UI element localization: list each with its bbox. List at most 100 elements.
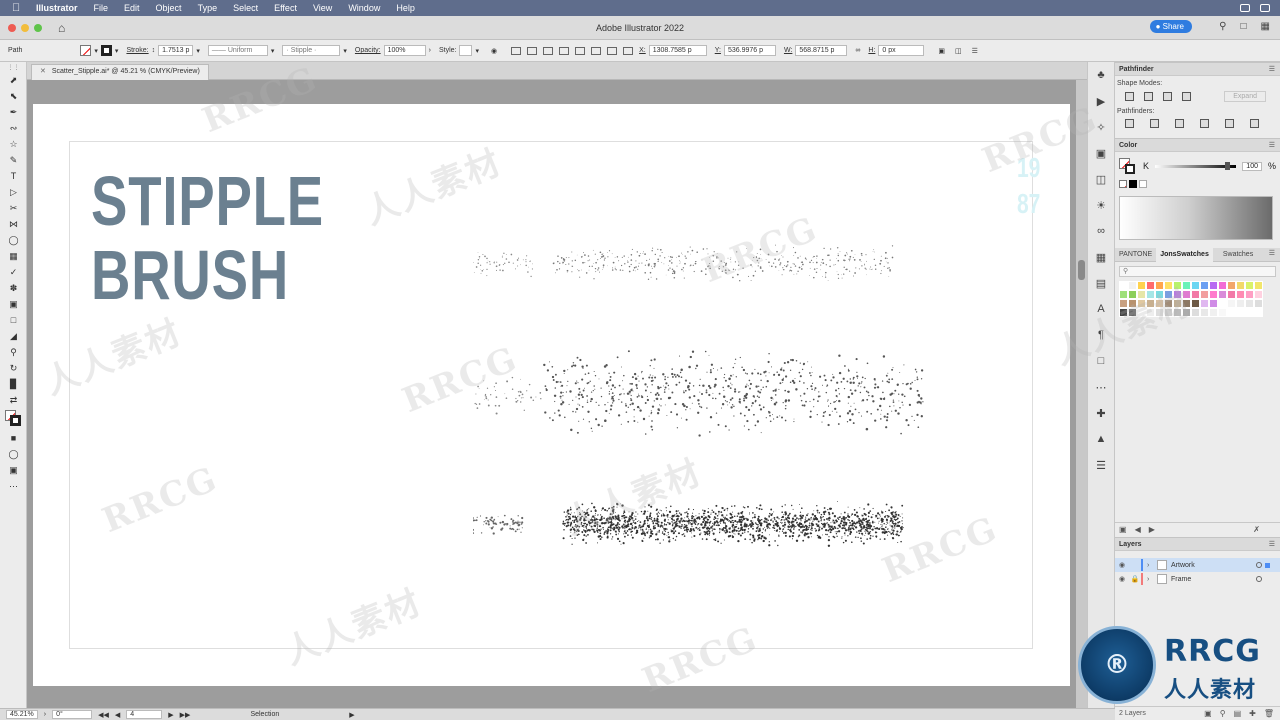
black-swatch[interactable] [1129,180,1137,188]
color-swatch[interactable] [1146,281,1155,290]
tab-swatches[interactable]: Swatches [1219,251,1257,258]
width-tool-icon[interactable]: ⋈ [0,216,27,232]
stroke-color-swatch[interactable] [100,45,112,56]
stroke-weight-field[interactable]: 1.7513 p [158,45,194,56]
tab-jonsswatches[interactable]: JonsSwatches [1156,247,1213,262]
brush-dropdown-icon[interactable]: ▾ [343,47,347,55]
edit-toolbar-icon[interactable]: ⋯ [0,478,27,494]
workspace-icon[interactable]: □ [1241,21,1247,32]
color-swatch[interactable] [1200,308,1209,317]
type-tool-icon[interactable]: T [0,168,27,184]
color-mode-icon[interactable]: ■ [0,430,27,446]
align-bottom-icon[interactable] [607,46,618,55]
previous-artboard-icon[interactable]: ◀ [115,711,120,719]
minimize-window-button[interactable] [21,23,29,32]
constrain-proportions-icon[interactable]: ∞ [855,47,860,54]
color-swatch[interactable] [1218,290,1227,299]
menu-view[interactable]: View [313,3,332,13]
menu-effect[interactable]: Effect [274,3,297,13]
apple-menu-icon[interactable]:  [12,2,26,14]
close-tab-icon[interactable]: ✕ [40,68,46,75]
color-swatch[interactable] [1200,281,1209,290]
color-swatch[interactable] [1191,290,1200,299]
pathfinder-panel-header[interactable]: Pathfinder ☰ [1115,62,1280,76]
layer-target-icon[interactable] [1256,562,1262,568]
color-swatch[interactable] [1155,281,1164,290]
transform-panel-icon[interactable]: ▦ [1088,244,1114,270]
color-swatch[interactable] [1137,281,1146,290]
paintbrush-tool-icon[interactable]: ✎ [0,152,27,168]
align-left-icon[interactable] [527,46,538,55]
color-swatch[interactable] [1146,299,1155,308]
color-swatch[interactable] [1119,299,1128,308]
appearance-icon[interactable]: ☀ [1088,192,1114,218]
character-icon[interactable]: A [1088,296,1114,322]
layers-panel-header[interactable]: Layers ☰ [1115,537,1280,551]
layer-name[interactable]: Frame [1171,576,1191,583]
color-swatch[interactable] [1254,299,1263,308]
color-spectrum[interactable] [1119,196,1273,240]
control-center-icon[interactable] [1260,4,1270,12]
menu-type[interactable]: Type [198,3,218,13]
menu-window[interactable]: Window [348,3,380,13]
color-swatch[interactable] [1155,290,1164,299]
live-paint-tool-icon[interactable]: ▣ [0,296,27,312]
swatch-library-menu-icon[interactable]: ▣ [1119,525,1127,534]
slice-tool-icon[interactable]: ◢ [0,328,27,344]
toolbar-grip[interactable]: ⋮⋮ [0,62,27,72]
style-dropdown-icon[interactable]: ▾ [475,47,479,55]
minus-back-icon[interactable] [1250,119,1259,128]
scissors-tool-icon[interactable]: ✂ [0,200,27,216]
artboard-tool-icon[interactable]: □ [0,312,27,328]
pathfinder-menu-icon[interactable]: ☰ [1269,65,1275,73]
w-field[interactable]: 568.8715 p [795,45,848,56]
search-icon[interactable]: ⚲ [1219,21,1226,32]
stroke-dropdown-icon[interactable]: ▾ [115,47,119,55]
color-swatch[interactable] [1227,308,1236,317]
stroke-weight-dropdown-icon[interactable]: ▾ [196,47,200,55]
color-swatch[interactable] [1200,290,1209,299]
color-swatch[interactable] [1119,290,1128,299]
color-swatch[interactable] [1191,281,1200,290]
color-swatch[interactable] [1227,281,1236,290]
intersect-icon[interactable] [1163,92,1172,101]
image-trace-icon[interactable]: ▲ [1088,426,1114,452]
properties-icon[interactable]: ☰ [1088,452,1114,478]
rotate-view-tool-icon[interactable]: ↻ [0,360,27,376]
artboard[interactable]: STIPPLE BRUSH 19 87 [33,104,1070,686]
stroke-proxy-swatch[interactable] [10,415,21,426]
tab-pantone[interactable]: PANTONE [1115,251,1156,258]
color-swatch[interactable] [1218,281,1227,290]
screen-mode-icon[interactable]: ▣ [0,462,27,478]
color-swatch[interactable] [1146,290,1155,299]
document-tab[interactable]: ✕ Scatter_Stipple.ai* @ 45.21 % (CMYK/Pre… [31,64,209,80]
status-menu-icon[interactable]: ▶ [349,711,354,719]
expand-layer-icon[interactable]: › [1147,576,1157,583]
opacity-field[interactable]: 100% [383,45,426,56]
color-swatch[interactable] [1173,290,1182,299]
year-bottom-text[interactable]: 87 [1017,190,1040,218]
color-swatch[interactable] [1245,281,1254,290]
last-artboard-icon[interactable]: ▶▶ [180,711,191,719]
eyedropper-tool-icon[interactable]: ✓ [0,264,27,280]
align-horizontal-center-icon[interactable] [543,46,554,55]
battery-icon[interactable] [1240,4,1250,12]
layer-name[interactable]: Artwork [1171,562,1195,569]
vertical-scroll-thumb[interactable] [1078,260,1085,280]
color-swatch[interactable] [1173,308,1182,317]
merge-icon[interactable] [1175,119,1184,128]
color-swatch[interactable] [1137,299,1146,308]
y-field[interactable]: 536.9976 p [723,45,776,56]
color-panel-header[interactable]: Color ☰ [1115,138,1280,152]
color-swatch[interactable] [1173,281,1182,290]
default-swap-icon[interactable]: ⇄ [0,392,27,408]
stroke-label[interactable]: Stroke: [126,47,148,54]
graph-tool-icon[interactable]: ▉ [0,376,27,392]
h-field[interactable]: 0 px [878,45,925,56]
none-swatch[interactable] [1119,180,1127,188]
color-swatch[interactable] [1137,308,1146,317]
crop-icon[interactable] [1200,119,1209,128]
align-panel-icon[interactable]: ▤ [1088,270,1114,296]
color-swatch[interactable] [1254,290,1263,299]
artboards-icon[interactable]: ◫ [1088,166,1114,192]
